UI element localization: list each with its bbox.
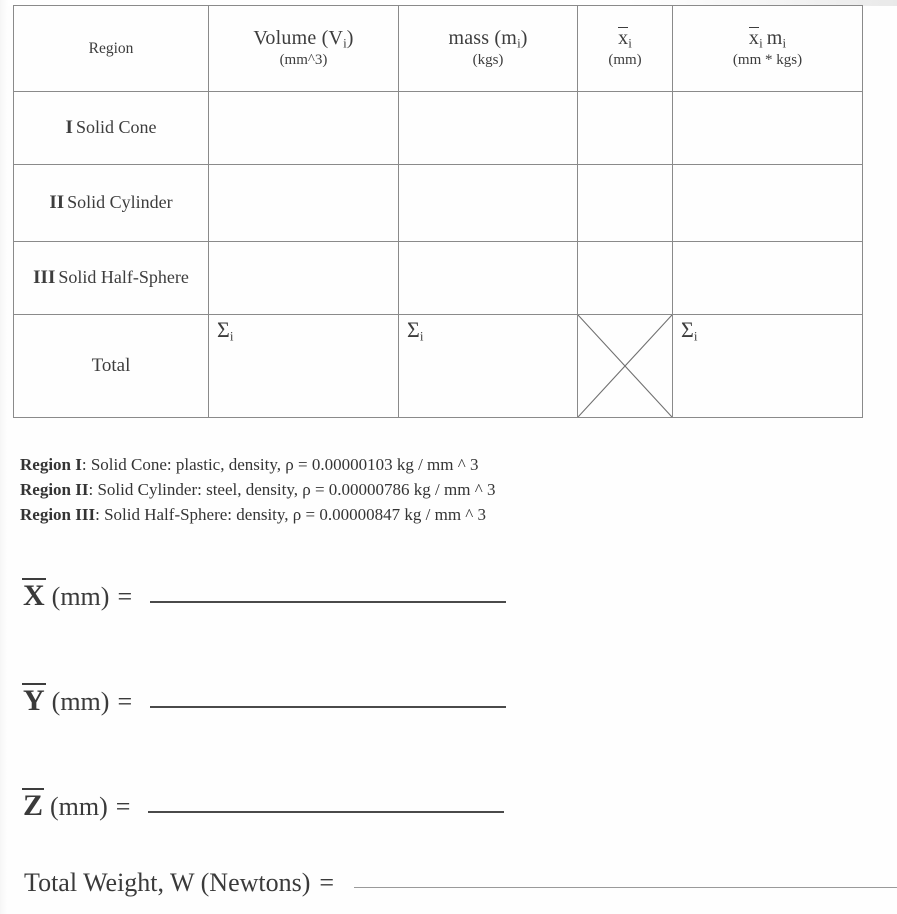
column-header-xbar-mass-units: (mm * kgs)	[732, 51, 803, 68]
rho-symbol: ρ	[285, 455, 294, 474]
row-label-region-3: III Solid Half-Sphere	[13, 241, 209, 315]
column-header-volume-units: (mm^3)	[279, 51, 328, 68]
total-label: Total	[91, 355, 131, 376]
cross-out-icon	[578, 315, 672, 417]
z-bar-answer-blank[interactable]	[148, 809, 505, 813]
column-header-mass-units: (kgs)	[472, 51, 504, 68]
cell-xbar-region-2[interactable]	[577, 164, 673, 242]
density-note-1-text: : Solid Cone: plastic, density,	[81, 455, 286, 474]
cell-mass-region-3[interactable]	[398, 241, 578, 315]
cell-volume-region-3[interactable]	[208, 241, 399, 315]
x-bar-symbol: X	[22, 578, 46, 612]
z-bar-units: (mm)	[50, 792, 108, 821]
density-note-2-region: Region II	[20, 480, 89, 499]
table-row: III Solid Half-Sphere	[13, 241, 863, 315]
z-bar-equals: =	[115, 792, 131, 821]
region-2-name: Solid Cylinder	[67, 192, 173, 212]
subscript-i: i	[229, 328, 234, 344]
column-header-region-label: Region	[88, 39, 134, 57]
centroid-worksheet-table: Region Volume (Vi) (mm^3) mass (mi) (kgs…	[13, 5, 863, 418]
cell-mass-region-2[interactable]	[398, 164, 578, 242]
cell-mass-total[interactable]: Σi	[398, 314, 578, 418]
y-bar-answer-blank[interactable]	[150, 704, 507, 708]
total-weight-row: Total Weight, W (Newtons) =	[24, 868, 897, 898]
subscript-i: i	[782, 35, 787, 51]
density-note-1-value: = 0.00000103 kg / mm ^ 3	[293, 455, 479, 474]
density-note-region-1: Region I: Solid Cone: plastic, density, …	[20, 452, 720, 477]
density-note-2-value: = 0.00000786 kg / mm ^ 3	[310, 480, 496, 499]
density-note-3-text: : Solid Half-Sphere: density,	[95, 505, 293, 524]
column-header-xbar-mass: xi mi (mm * kgs)	[672, 5, 863, 92]
density-note-region-2: Region II: Solid Cylinder: steel, densit…	[20, 477, 720, 502]
column-header-xbar-mass-main: xi mi	[748, 26, 787, 51]
table-total-row: Total Σi Σi Σi	[13, 314, 863, 418]
cell-volume-region-1[interactable]	[208, 91, 399, 165]
subscript-i: i	[759, 35, 763, 51]
density-note-region-3: Region III: Solid Half-Sphere: density, …	[20, 502, 720, 527]
sigma-symbol: Σi	[217, 317, 234, 344]
overline-x: x	[618, 26, 629, 49]
density-notes: Region I: Solid Cone: plastic, density, …	[20, 452, 720, 527]
total-weight-label: Total Weight, W (Newtons)	[24, 868, 311, 897]
density-note-1-region: Region I	[20, 455, 82, 474]
column-header-mass: mass (mi) (kgs)	[398, 5, 578, 92]
x-bar-equals: =	[117, 582, 133, 611]
total-weight-equals: =	[319, 868, 335, 897]
region-2-label: II Solid Cylinder	[49, 192, 173, 213]
page-left-edge-shading	[0, 0, 8, 914]
column-header-mass-main: mass (mi)	[448, 26, 528, 51]
row-label-region-1: I Solid Cone	[13, 91, 209, 165]
density-note-2-text: : Solid Cylinder: steel, density,	[88, 480, 303, 499]
x-bar-units: (mm)	[51, 582, 110, 611]
table-row: II Solid Cylinder	[13, 164, 863, 242]
sigma-symbol: Σi	[681, 317, 698, 344]
total-weight-answer-blank[interactable]	[354, 885, 897, 888]
region-1-numeral: I	[65, 117, 73, 138]
subscript-i: i	[419, 328, 424, 344]
rho-symbol: ρ	[302, 480, 311, 499]
sigma-symbol: Σi	[407, 317, 424, 344]
column-header-volume-main: Volume (Vi)	[253, 26, 354, 51]
region-3-numeral: III	[33, 267, 56, 288]
rho-symbol: ρ	[292, 505, 302, 524]
column-header-xbar: xi (mm)	[577, 5, 673, 92]
cell-xbar-mass-total[interactable]: Σi	[672, 314, 863, 418]
region-1-name: Solid Cone	[75, 117, 157, 137]
z-bar-symbol: Z	[22, 788, 45, 822]
density-note-3-value: = 0.00000847 kg / mm ^ 3	[301, 505, 487, 524]
cell-xbar-mass-region-1[interactable]	[672, 91, 863, 165]
centroid-worksheet-table-container: Region Volume (Vi) (mm^3) mass (mi) (kgs…	[13, 5, 863, 418]
region-1-label: I Solid Cone	[65, 117, 157, 138]
cell-mass-region-1[interactable]	[398, 91, 578, 165]
answer-row-y-bar: Y (mm) =	[22, 683, 507, 717]
x-bar-answer-blank[interactable]	[150, 599, 507, 603]
y-bar-symbol: Y	[22, 683, 46, 717]
y-bar-equals: =	[117, 687, 133, 716]
cell-xbar-mass-region-3[interactable]	[672, 241, 863, 315]
answer-row-x-bar: X (mm) =	[22, 578, 507, 612]
region-3-name: Solid Half-Sphere	[58, 267, 189, 287]
subscript-i: i	[693, 328, 698, 344]
cell-xbar-total-crossed-out	[577, 314, 673, 418]
table-row: I Solid Cone	[13, 91, 863, 165]
cell-xbar-mass-region-2[interactable]	[672, 164, 863, 242]
cell-xbar-region-3[interactable]	[577, 241, 673, 315]
column-header-region: Region	[13, 5, 209, 92]
column-header-xbar-units: (mm)	[608, 51, 642, 68]
row-label-region-2: II Solid Cylinder	[13, 164, 209, 242]
y-bar-units: (mm)	[51, 687, 110, 716]
overline-x: x	[748, 26, 760, 49]
density-note-3-region: Region III	[20, 505, 96, 524]
cell-volume-region-2[interactable]	[208, 164, 399, 242]
region-3-label: III Solid Half-Sphere	[33, 267, 189, 288]
region-2-numeral: II	[49, 192, 65, 213]
column-header-volume: Volume (Vi) (mm^3)	[208, 5, 399, 92]
table-header-row: Region Volume (Vi) (mm^3) mass (mi) (kgs…	[13, 5, 863, 92]
cell-xbar-region-1[interactable]	[577, 91, 673, 165]
answer-row-z-bar: Z (mm) =	[22, 788, 505, 822]
subscript-i: i	[628, 35, 632, 51]
row-label-total: Total	[13, 314, 209, 418]
cell-volume-total[interactable]: Σi	[208, 314, 399, 418]
column-header-xbar-main: xi	[582, 26, 668, 51]
